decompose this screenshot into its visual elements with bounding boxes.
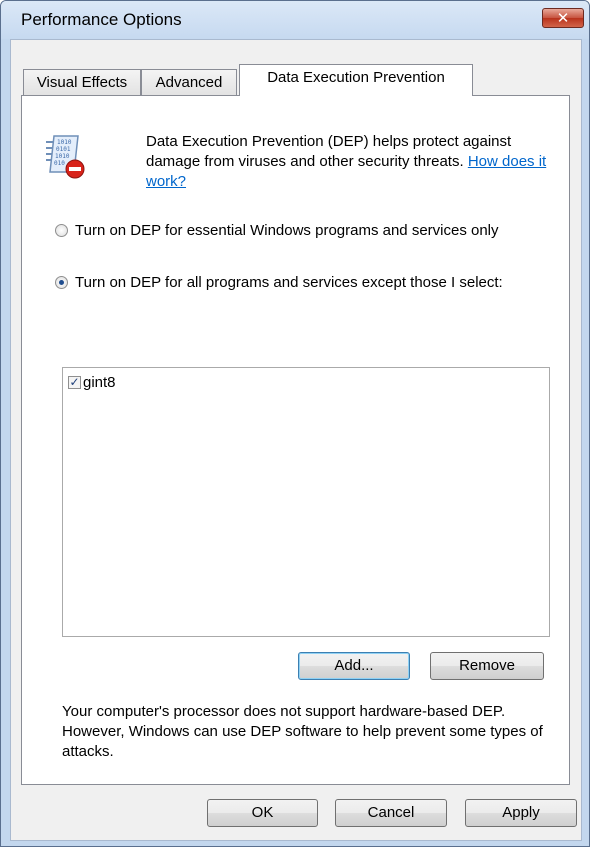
dep-essential-radio[interactable]: [55, 224, 68, 237]
svg-text:0101: 0101: [56, 146, 71, 153]
tab-label: Advanced: [155, 74, 223, 91]
dialog-body: Visual Effects Advanced Data Execution P…: [10, 39, 582, 841]
tab-visual-effects[interactable]: Visual Effects: [23, 69, 141, 96]
ok-button-label: OK: [251, 804, 274, 821]
svg-text:010: 010: [54, 160, 65, 167]
tab-label: Visual Effects: [36, 74, 128, 91]
gint8-checkbox[interactable]: ✓: [68, 376, 81, 389]
cancel-button-label: Cancel: [367, 804, 415, 821]
ok-button[interactable]: OK: [207, 799, 318, 827]
close-icon: ✕: [556, 10, 570, 27]
processor-support-note: Your computer's processor does not suppo…: [62, 703, 543, 760]
svg-text:1010: 1010: [55, 153, 70, 160]
dep-shield-icon: 1010 0101 1010 010: [46, 135, 85, 179]
dep-essential-option[interactable]: Turn on DEP for essential Windows progra…: [55, 221, 545, 261]
svg-text:1010: 1010: [57, 139, 72, 146]
close-button[interactable]: ✕: [542, 8, 584, 28]
add-button-label: Add...: [334, 657, 374, 674]
dep-essential-label: Turn on DEP for essential Windows progra…: [75, 222, 499, 239]
title-bar[interactable]: Performance Options ✕: [1, 1, 589, 39]
dep-all-programs-option[interactable]: Turn on DEP for all programs and service…: [55, 273, 545, 313]
dep-all-programs-label: Turn on DEP for all programs and service…: [75, 274, 503, 291]
apply-button[interactable]: Apply: [465, 799, 577, 827]
remove-button-label: Remove: [459, 657, 515, 674]
dep-tab-panel: 1010 0101 1010 010 Data Execution Preven…: [21, 95, 570, 785]
list-item-label: gint8: [83, 374, 116, 391]
window-title: Performance Options: [21, 10, 182, 29]
tab-data-execution-prevention[interactable]: Data Execution Prevention: [239, 64, 473, 96]
add-button[interactable]: Add...: [298, 652, 410, 680]
dep-all-programs-radio[interactable]: [55, 276, 68, 289]
apply-button-label: Apply: [502, 804, 540, 821]
cancel-button[interactable]: Cancel: [335, 799, 447, 827]
tab-advanced[interactable]: Advanced: [141, 69, 237, 96]
remove-button[interactable]: Remove: [430, 652, 544, 680]
dep-exception-list[interactable]: ✓ gint8: [62, 367, 550, 637]
dep-description-text: Data Execution Prevention (DEP) helps pr…: [146, 133, 512, 170]
tab-label: Data Execution Prevention: [267, 69, 445, 86]
performance-options-window: Performance Options ✕ Visual Effects Adv…: [0, 0, 590, 847]
dep-description: Data Execution Prevention (DEP) helps pr…: [146, 132, 551, 192]
